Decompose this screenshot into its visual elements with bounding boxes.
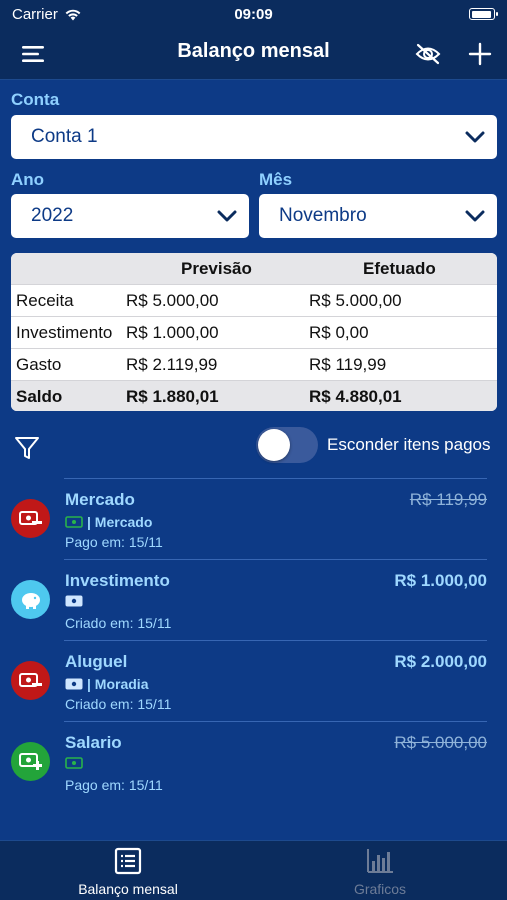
- account-value: Conta 1: [31, 126, 98, 147]
- row-label: Saldo: [16, 387, 63, 406]
- item-amount: R$ 1.000,00: [394, 571, 487, 590]
- tab-label: Graficos: [353, 881, 407, 897]
- tab-bar: Balanço mensal Graficos: [0, 840, 507, 900]
- row-label: Gasto: [16, 355, 62, 374]
- carrier-label: Carrier: [12, 5, 58, 23]
- item-amount: R$ 2.000,00: [394, 652, 487, 671]
- row-forecast: R$ 5.000,00: [126, 291, 219, 310]
- item-title: Mercado: [65, 490, 135, 509]
- filter-icon[interactable]: [14, 435, 40, 461]
- item-meta: [65, 595, 87, 607]
- expense-icon: [11, 661, 50, 700]
- year-value: 2022: [31, 205, 74, 226]
- paid-money-icon: [65, 757, 83, 769]
- toggle-visibility-button[interactable]: [412, 38, 444, 70]
- item-title: Investimento: [65, 571, 170, 590]
- item-category: | Moradia: [87, 676, 149, 692]
- income-icon: [11, 742, 50, 781]
- tab-charts[interactable]: Graficos: [310, 847, 450, 899]
- money-icon: [65, 595, 83, 607]
- wifi-icon: [65, 9, 81, 20]
- list-icon: [114, 847, 142, 875]
- expense-icon: [11, 499, 50, 538]
- main-content: Conta Conta 1 Ano 2022 Mês Novembro Prev…: [0, 80, 507, 840]
- item-meta: | Moradia: [65, 676, 148, 692]
- summary-row-expense: Gasto R$ 2.119,99 R$ 119,99: [11, 348, 497, 379]
- year-label: Ano: [11, 170, 45, 189]
- money-icon: [65, 678, 83, 690]
- chevron-down-icon: [465, 131, 485, 143]
- month-label: Mês: [259, 170, 293, 189]
- battery-icon: [469, 8, 498, 20]
- eye-off-icon: [415, 43, 441, 65]
- piggy-bank-icon: [11, 580, 50, 619]
- tab-monthly-balance[interactable]: Balanço mensal: [58, 847, 198, 899]
- row-done: R$ 119,99: [309, 355, 387, 374]
- summary-row-balance: Saldo R$ 1.880,01 R$ 4.880,01: [11, 380, 497, 411]
- item-status: Criado em: 15/11: [65, 615, 172, 631]
- row-done: R$ 0,00: [309, 323, 369, 342]
- toggle-knob: [258, 429, 290, 461]
- row-done: R$ 5.000,00: [309, 291, 402, 310]
- summary-row-investment: Investimento R$ 1.000,00 R$ 0,00: [11, 316, 497, 347]
- list-item[interactable]: Aluguel | Moradia Criado em: 15/11 R$ 2.…: [0, 640, 507, 721]
- account-label: Conta: [11, 90, 60, 109]
- summary-header-row: Previsão Efetuado: [11, 253, 497, 284]
- hide-paid-label: Esconder itens pagos: [327, 435, 491, 454]
- list-item[interactable]: Investimento Criado em: 15/11 R$ 1.000,0…: [0, 559, 507, 640]
- row-label: Investimento: [16, 323, 113, 342]
- header-forecast: Previsão: [181, 259, 252, 278]
- item-amount: R$ 5.000,00: [394, 733, 487, 752]
- item-status: Pago em: 15/11: [65, 777, 163, 793]
- list-item[interactable]: Salario Pago em: 15/11 R$ 5.000,00: [0, 721, 507, 802]
- chevron-down-icon: [465, 210, 485, 222]
- item-title: Aluguel: [65, 652, 128, 671]
- row-label: Receita: [16, 291, 74, 310]
- row-done: R$ 4.880,01: [309, 387, 402, 406]
- year-select[interactable]: 2022: [11, 194, 249, 238]
- item-status: Pago em: 15/11: [65, 534, 163, 550]
- row-forecast: R$ 1.000,00: [126, 323, 219, 342]
- item-amount: R$ 119,99: [409, 490, 487, 509]
- summary-table: Previsão Efetuado Receita R$ 5.000,00 R$…: [11, 253, 497, 411]
- nav-bar: Balanço mensal: [0, 28, 507, 80]
- row-forecast: R$ 1.880,01: [126, 387, 219, 406]
- item-title: Salario: [65, 733, 122, 752]
- account-select[interactable]: Conta 1: [11, 115, 497, 159]
- month-select[interactable]: Novembro: [259, 194, 497, 238]
- row-forecast: R$ 2.119,99: [126, 355, 218, 374]
- item-category: | Mercado: [87, 514, 153, 530]
- add-button[interactable]: [464, 38, 496, 70]
- status-left: Carrier: [12, 6, 82, 23]
- chevron-down-icon: [217, 210, 237, 222]
- bar-chart-icon: [367, 849, 393, 873]
- item-status: Criado em: 15/11: [65, 696, 172, 712]
- list-item[interactable]: Mercado | Mercado Pago em: 15/11 R$ 119,…: [0, 478, 507, 559]
- hide-paid-toggle[interactable]: [256, 427, 318, 463]
- item-meta: [65, 757, 87, 769]
- item-meta: | Mercado: [65, 514, 152, 530]
- plus-icon: [468, 42, 492, 66]
- header-done: Efetuado: [363, 259, 436, 278]
- paid-money-icon: [65, 516, 83, 528]
- tab-label: Balanço mensal: [78, 881, 178, 897]
- month-value: Novembro: [279, 205, 367, 226]
- summary-row-income: Receita R$ 5.000,00 R$ 5.000,00: [11, 284, 497, 315]
- status-bar: Carrier 09:09: [0, 0, 507, 28]
